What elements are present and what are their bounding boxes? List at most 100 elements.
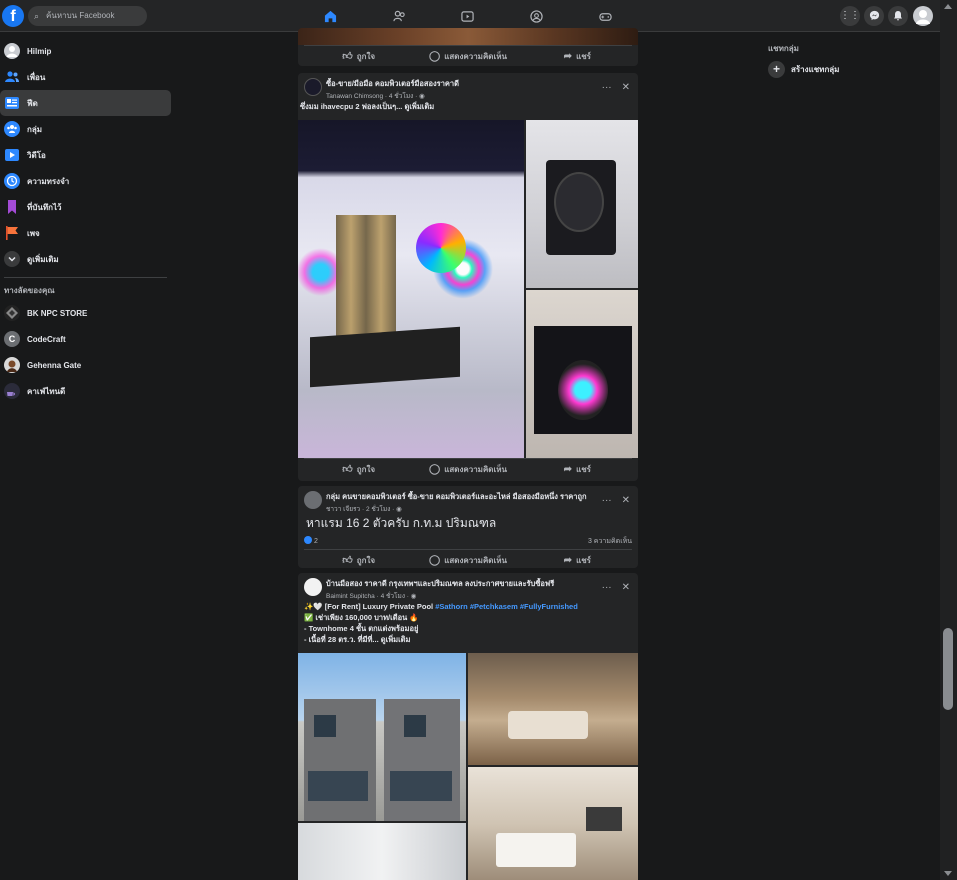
like-button[interactable]: 👍︎ ถูกใจ bbox=[304, 46, 413, 66]
hashtag-link[interactable]: #FullyFurnished bbox=[520, 602, 578, 611]
scroll-down-arrow[interactable] bbox=[944, 871, 952, 876]
post-photo-cooler-box[interactable] bbox=[526, 290, 638, 458]
sidebar-item-label: วิดีโอ bbox=[27, 150, 46, 160]
shortcut-label: BK NPC STORE bbox=[27, 308, 88, 318]
post-line-4: - เนื้อที่ 28 ตร.ว. ที่มีที่... ดูเพิ่มเ… bbox=[304, 634, 632, 645]
sidebar-item-label: ความทรงจำ bbox=[27, 176, 70, 186]
post-header: กลุ่ม คนขายคอมพิวเตอร์ ซื้อ-ขาย คอมพิวเต… bbox=[298, 486, 638, 514]
messenger-icon[interactable] bbox=[864, 6, 884, 26]
post-photo-pc-build[interactable] bbox=[298, 120, 524, 458]
sidebar-item-video[interactable]: วิดีโอ bbox=[0, 142, 175, 168]
like-button[interactable]: 👍︎ ถูกใจ bbox=[304, 550, 413, 568]
sidebar-item-see-more[interactable]: ดูเพิ่มเติม bbox=[0, 246, 175, 272]
share-icon: ➦ bbox=[563, 51, 573, 62]
page-scrollbar[interactable] bbox=[940, 0, 957, 880]
more-options-icon[interactable]: ··· bbox=[602, 495, 612, 506]
groups-icon bbox=[529, 10, 543, 24]
share-button[interactable]: ➦ แชร์ bbox=[523, 46, 632, 66]
post-photo-townhome-alley[interactable] bbox=[298, 823, 466, 880]
reaction-count[interactable]: 2 bbox=[304, 536, 318, 547]
search-input[interactable]: ⌕ ค้นหาบน Facebook bbox=[28, 6, 147, 26]
sidebar-item-saved[interactable]: ที่บันทึกไว้ bbox=[0, 194, 175, 220]
shortcuts-title: ทางลัดของคุณ bbox=[4, 286, 55, 295]
video-icon bbox=[4, 147, 20, 163]
scroll-up-arrow[interactable] bbox=[944, 4, 952, 9]
post-stats: 2 3 ความคิดเห็น bbox=[298, 533, 638, 549]
post-meta: Tanawan Chimsong · 4 ชั่วโมง · ◉ bbox=[326, 93, 425, 100]
share-label: แชร์ bbox=[576, 52, 591, 61]
comment-button[interactable]: ◯ แสดงความคิดเห็น bbox=[413, 550, 522, 568]
sidebar-item-label: เพื่อน bbox=[27, 72, 46, 82]
public-globe-icon: ◉ bbox=[410, 593, 417, 600]
post-time[interactable]: 4 ชั่วโมง bbox=[381, 593, 405, 600]
hashtag-link[interactable]: #Sathorn bbox=[435, 602, 468, 611]
post-line-2: ✅ เช่าเพียง 160,000 บาท/เดือน 🔥 bbox=[304, 613, 419, 622]
scroll-thumb[interactable] bbox=[943, 628, 953, 710]
notifications-icon[interactable] bbox=[888, 6, 908, 26]
close-icon[interactable]: ✕ bbox=[622, 82, 630, 93]
like-reaction-icon bbox=[304, 536, 312, 544]
comment-button[interactable]: ◯ แสดงความคิดเห็น bbox=[413, 459, 522, 480]
post-photo-bedroom[interactable] bbox=[468, 767, 638, 880]
post-photo-living-room[interactable] bbox=[468, 653, 638, 765]
sidebar-item-friends[interactable]: เพื่อน bbox=[0, 64, 175, 90]
sidebar-item-groups[interactable]: กลุ่ม bbox=[0, 116, 175, 142]
sidebar-item-pages[interactable]: เพจ bbox=[0, 220, 175, 246]
post-group-avatar[interactable] bbox=[304, 78, 322, 96]
share-button[interactable]: ➦ แชร์ bbox=[523, 459, 632, 480]
post-photo-townhome-exterior[interactable] bbox=[298, 653, 466, 821]
more-options-icon[interactable]: ··· bbox=[602, 82, 612, 93]
hashtag-link[interactable]: #Petchkasem bbox=[470, 602, 518, 611]
see-more-link[interactable]: ดูเพิ่มเติม bbox=[381, 635, 411, 644]
post-author[interactable]: Tanawan Chimsong bbox=[326, 93, 383, 100]
shortcut-avatar bbox=[4, 383, 20, 399]
see-more-link[interactable]: ดูเพิ่มเติม bbox=[404, 102, 434, 111]
post-group-avatar[interactable] bbox=[304, 491, 322, 509]
create-group-chat-label: สร้างแชทกลุ่ม bbox=[791, 65, 840, 74]
feed-post: ซื้อ-ขาย/มือมือ คอมพิวเตอร์มือสองราคาดี … bbox=[298, 73, 638, 481]
like-button[interactable]: 👍︎ ถูกใจ bbox=[304, 459, 413, 480]
post-meta: ชาวา เจียรว · 2 ชั่วโมง · ◉ bbox=[326, 506, 402, 513]
public-globe-icon: ◉ bbox=[396, 506, 402, 513]
post-time[interactable]: 2 ชั่วโมง bbox=[366, 506, 390, 513]
post-author[interactable]: ชาวา เจียรว bbox=[326, 506, 360, 513]
shortcut-cafe[interactable]: คาเฟ่ไทนดี bbox=[0, 378, 175, 404]
post-group-name[interactable]: กลุ่ม คนขายคอมพิวเตอร์ ซื้อ-ขาย คอมพิวเต… bbox=[326, 491, 596, 503]
search-placeholder: ค้นหาบน Facebook bbox=[46, 11, 115, 20]
comment-button[interactable]: ◯ แสดงความคิดเห็น bbox=[413, 46, 522, 66]
menu-grid-icon[interactable]: ⋮⋮ bbox=[840, 6, 860, 26]
close-icon[interactable]: ✕ bbox=[622, 495, 630, 506]
share-button[interactable]: ➦ แชร์ bbox=[523, 550, 632, 568]
watch-icon bbox=[460, 11, 474, 23]
post-author[interactable]: Baimint Supitcha bbox=[326, 593, 375, 600]
chevron-down-icon bbox=[4, 251, 20, 267]
account-avatar[interactable] bbox=[913, 6, 933, 26]
sidebar-item-feed[interactable]: ฟีด bbox=[0, 90, 171, 116]
shortcut-bk-npc-store[interactable]: BK NPC STORE bbox=[0, 300, 175, 326]
share-icon: ➦ bbox=[563, 555, 573, 566]
create-group-chat-button[interactable]: + สร้างแชทกลุ่ม bbox=[768, 61, 839, 78]
post-group-avatar[interactable] bbox=[304, 578, 322, 596]
close-icon[interactable]: ✕ bbox=[622, 582, 630, 593]
sidebar-item-profile[interactable]: Hilmip bbox=[0, 38, 175, 64]
shortcut-avatar: C bbox=[4, 331, 20, 347]
like-label: ถูกใจ bbox=[356, 556, 376, 565]
facebook-logo[interactable]: f bbox=[2, 5, 24, 27]
shortcut-gehenna-gate[interactable]: Gehenna Gate bbox=[0, 352, 175, 378]
post-group-name[interactable]: บ้านมือสอง ราคาดี กรุงเทพฯและปริมณฑล ลงป… bbox=[326, 578, 596, 590]
public-globe-icon: ◉ bbox=[419, 93, 425, 100]
comment-icon: ◯ bbox=[429, 51, 441, 62]
comment-count[interactable]: 3 ความคิดเห็น bbox=[588, 536, 632, 547]
shortcut-codecraft[interactable]: C CodeCraft bbox=[0, 326, 175, 352]
post-photo-cooler[interactable] bbox=[526, 120, 638, 288]
post-group-name[interactable]: ซื้อ-ขาย/มือมือ คอมพิวเตอร์มือสองราคาดี bbox=[326, 78, 596, 90]
like-icon: 👍︎ bbox=[342, 464, 353, 475]
more-options-icon[interactable]: ··· bbox=[602, 582, 612, 593]
post-time[interactable]: 4 ชั่วโมง bbox=[389, 93, 413, 100]
shortcut-avatar bbox=[4, 305, 20, 321]
sidebar-item-memories[interactable]: ความทรงจำ bbox=[0, 168, 175, 194]
share-icon: ➦ bbox=[563, 464, 573, 475]
left-sidebar: Hilmip เพื่อน ฟีด กลุ่ม วิดีโอ ความทรงจำ bbox=[0, 38, 175, 404]
search-icon: ⌕ bbox=[34, 11, 40, 21]
profile-avatar bbox=[4, 43, 20, 59]
